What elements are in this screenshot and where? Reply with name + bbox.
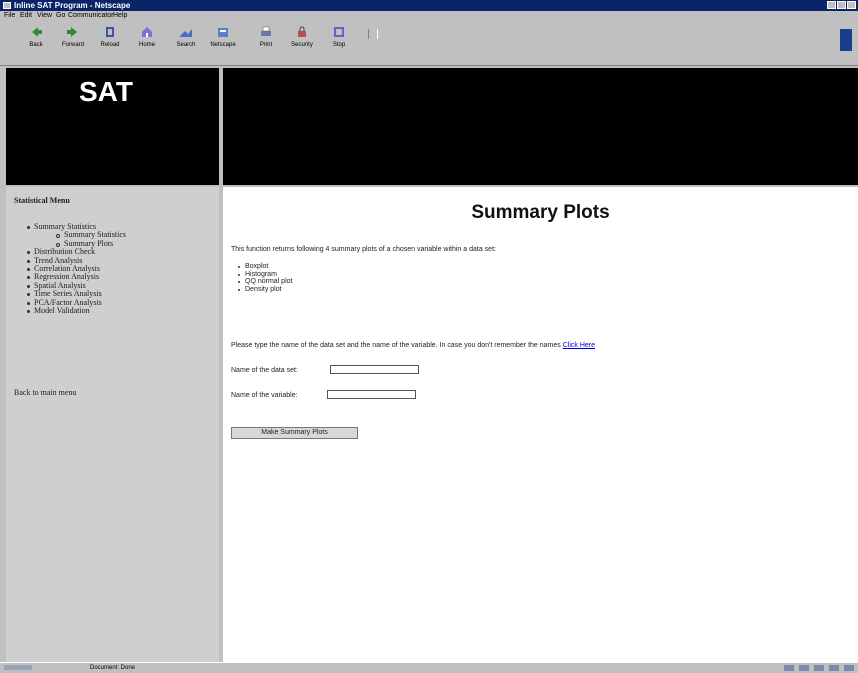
search-button[interactable]: Search bbox=[173, 23, 199, 61]
sidebar-item-model-validation[interactable]: Model Validation bbox=[26, 305, 126, 315]
list-item: Boxplot bbox=[237, 263, 292, 271]
search-icon bbox=[180, 29, 192, 37]
forward-arrow-icon bbox=[67, 27, 77, 37]
reload-icon bbox=[106, 27, 114, 37]
menu-view[interactable]: View bbox=[37, 11, 52, 21]
bullet-icon bbox=[27, 259, 30, 263]
reload-button[interactable]: Reload bbox=[97, 23, 123, 61]
menu-bar: File Edit View Go Communicator Help bbox=[0, 11, 858, 21]
connection-status-icon bbox=[4, 665, 32, 670]
discussion-icon[interactable] bbox=[814, 665, 824, 671]
netscape-app-icon bbox=[3, 2, 11, 9]
window-title: Inline SAT Program - Netscape bbox=[14, 1, 131, 10]
dataset-input[interactable] bbox=[330, 365, 419, 374]
home-label: Home bbox=[138, 42, 155, 48]
close-button[interactable] bbox=[847, 1, 856, 9]
back-to-main-menu-link[interactable]: Back to main menu bbox=[14, 388, 76, 397]
bullet-icon bbox=[56, 242, 60, 247]
sidebar: Statistical Menu Summary Statistics Summ… bbox=[6, 187, 219, 662]
mail-icon[interactable] bbox=[799, 665, 809, 671]
make-summary-plots-button[interactable]: Make Summary Plots bbox=[231, 427, 358, 439]
print-icon bbox=[261, 26, 271, 36]
address-book-icon[interactable] bbox=[844, 665, 854, 671]
dataset-label: Name of the data set: bbox=[231, 367, 298, 374]
navigator-icon[interactable] bbox=[784, 665, 794, 671]
reload-label: Reload bbox=[100, 42, 120, 48]
banner-title: SAT bbox=[79, 76, 133, 107]
toolbar-separator bbox=[368, 29, 378, 39]
status-bar: Document: Done bbox=[0, 662, 858, 673]
stop-label: Stop bbox=[332, 42, 346, 48]
maximize-button[interactable] bbox=[837, 1, 846, 9]
intro-text: This function returns following 4 summar… bbox=[231, 246, 496, 253]
component-bar bbox=[784, 665, 854, 671]
bullet-icon bbox=[27, 293, 30, 297]
navigation-toolbar: Back Forward Reload Home Search Netscape… bbox=[0, 21, 858, 66]
menu-help[interactable]: Help bbox=[113, 11, 127, 21]
bullet-icon bbox=[27, 276, 30, 280]
list-item: Histogram bbox=[237, 271, 292, 279]
minimize-button[interactable] bbox=[827, 1, 836, 9]
forward-button[interactable]: Forward bbox=[60, 23, 86, 61]
banner-left: SAT bbox=[6, 68, 219, 185]
back-label: Back bbox=[29, 42, 43, 48]
list-item: QQ normal plot bbox=[237, 278, 292, 286]
print-button[interactable]: Print bbox=[253, 23, 279, 61]
variable-input[interactable] bbox=[327, 390, 416, 399]
plot-list: Boxplot Histogram QQ normal plot Density… bbox=[237, 263, 292, 293]
bullet-icon bbox=[27, 226, 30, 229]
back-arrow-icon bbox=[32, 27, 42, 37]
netscape-button[interactable]: Netscape bbox=[210, 23, 236, 61]
home-button[interactable]: Home bbox=[134, 23, 160, 61]
variable-label: Name of the variable: bbox=[231, 392, 298, 399]
bullet-icon bbox=[27, 251, 30, 255]
sidebar-heading: Statistical Menu bbox=[14, 196, 70, 205]
window-title-bar: Inline SAT Program - Netscape bbox=[0, 0, 858, 11]
netscape-label: Netscape bbox=[210, 42, 236, 48]
main-content: Summary Plots This function returns foll… bbox=[223, 187, 858, 662]
composer-icon[interactable] bbox=[829, 665, 839, 671]
sidebar-nav: Summary Statistics Summary Statistics Su… bbox=[26, 222, 126, 315]
sidebar-item-label: Model Validation bbox=[34, 305, 90, 315]
search-label: Search bbox=[176, 42, 196, 48]
security-label: Security bbox=[291, 42, 313, 48]
click-here-link[interactable]: Click Here bbox=[563, 342, 595, 349]
menu-go[interactable]: Go bbox=[56, 11, 65, 21]
forward-label: Forward bbox=[61, 42, 84, 48]
instruction-text: Please type the name of the data set and… bbox=[231, 342, 595, 349]
bullet-icon bbox=[27, 309, 30, 313]
menu-communicator[interactable]: Communicator bbox=[68, 11, 114, 21]
print-label: Print bbox=[259, 42, 273, 48]
netscape-throbber-logo[interactable] bbox=[840, 29, 852, 51]
menu-file[interactable]: File bbox=[4, 11, 15, 21]
security-button[interactable]: Security bbox=[289, 23, 315, 61]
bullet-icon bbox=[27, 301, 30, 305]
stop-button[interactable]: Stop bbox=[326, 23, 352, 61]
back-button[interactable]: Back bbox=[23, 23, 49, 61]
page-title: Summary Plots bbox=[471, 202, 610, 223]
netscape-icon bbox=[218, 28, 228, 37]
bullet-icon bbox=[56, 234, 60, 239]
instruction-body: Please type the name of the data set and… bbox=[231, 342, 561, 349]
lock-icon bbox=[298, 26, 306, 37]
stop-icon bbox=[334, 27, 344, 37]
list-item: Density plot bbox=[237, 286, 292, 294]
home-icon bbox=[142, 27, 152, 37]
bullet-icon bbox=[27, 267, 30, 271]
banner-right bbox=[223, 68, 858, 185]
bullet-icon bbox=[27, 284, 30, 288]
menu-edit[interactable]: Edit bbox=[20, 11, 32, 21]
